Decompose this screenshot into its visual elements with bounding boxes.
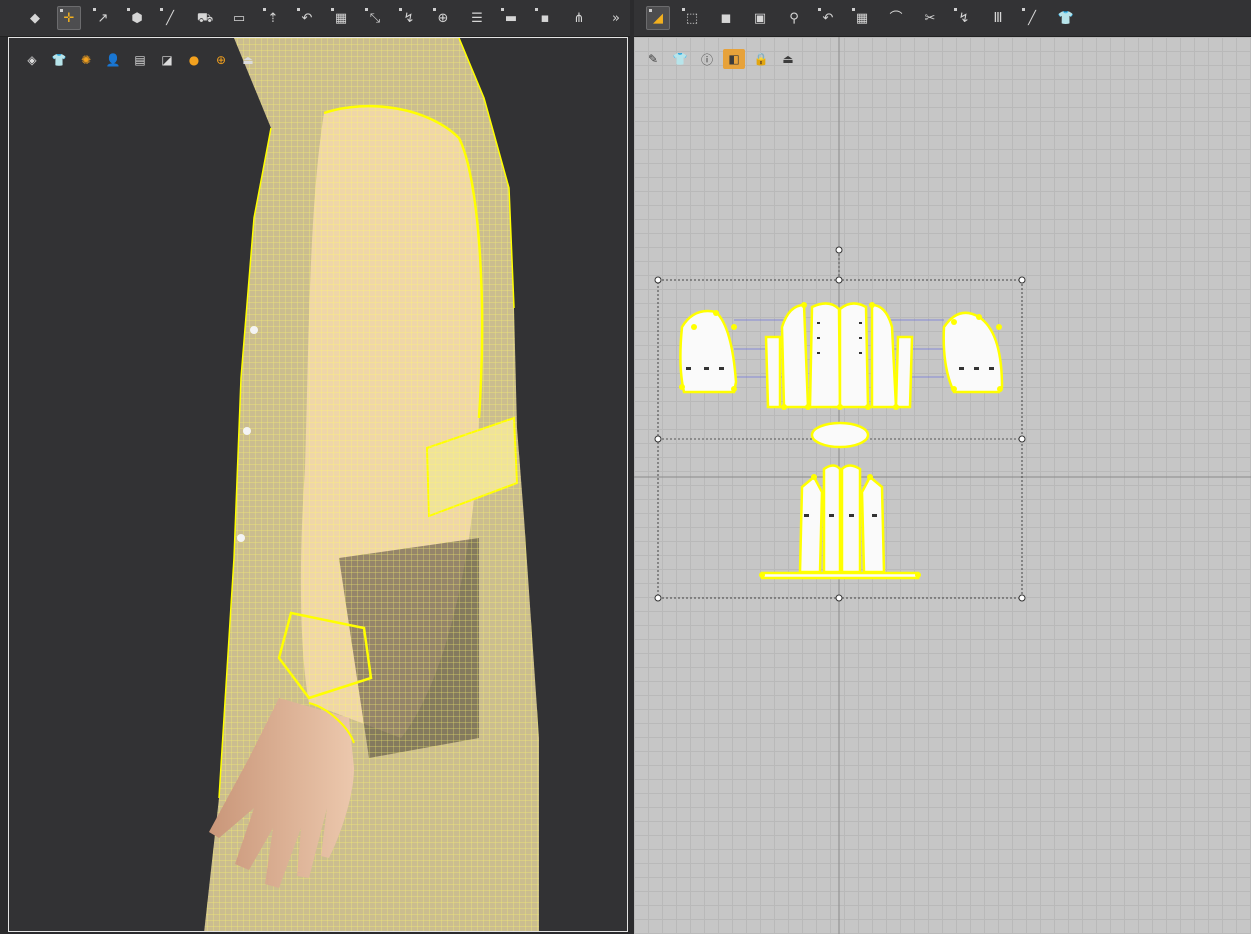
- avatar-icon[interactable]: 👤: [102, 50, 124, 70]
- transform-pattern-2d-icon[interactable]: ⬚: [680, 6, 704, 30]
- edit-pattern-icon[interactable]: ↗: [91, 6, 115, 30]
- main-toolbar-3d: ◆ ✛ ↗ ⬢ ╱ ⛟ ▭ ⇡ ↶ ▦ ⤡ ↯ ⊕ ☰ ▬ ▪ ⋔ »: [0, 0, 630, 37]
- fabric-color-icon[interactable]: ◧: [723, 49, 745, 69]
- pattern-front-left[interactable]: [780, 303, 810, 409]
- pattern-sleeve-left[interactable]: [679, 309, 738, 394]
- pattern-pieces[interactable]: [679, 302, 1004, 580]
- garment-view-icon[interactable]: 👕: [48, 50, 70, 70]
- polygon-pattern-icon[interactable]: ⬢: [125, 6, 149, 30]
- pattern-collar[interactable]: [810, 421, 870, 449]
- sun-icon[interactable]: ✺: [75, 50, 97, 70]
- pattern-view-icon[interactable]: ▤: [129, 50, 151, 70]
- viewport-3d-toolbar: ◈ 👕 ✺ 👤 ▤ ◪ ● ⊕ ⏏: [21, 50, 259, 70]
- garment-icon[interactable]: 👕: [1054, 6, 1078, 30]
- pattern-canvas: [634, 37, 1251, 934]
- shading-icon[interactable]: ◪: [156, 50, 178, 70]
- avatar-skin-icon[interactable]: ●: [183, 50, 205, 70]
- trace-pattern-icon[interactable]: ⛟: [193, 6, 217, 30]
- pattern-skirt-2[interactable]: [822, 464, 842, 574]
- coat-button: [250, 326, 258, 334]
- pattern-skirt-3[interactable]: [840, 464, 862, 574]
- coat-button: [237, 534, 245, 542]
- internal-rectangle-icon[interactable]: ▣: [748, 6, 772, 30]
- object-select-icon[interactable]: ◆: [23, 6, 47, 30]
- sew-segment-icon[interactable]: ⤡: [363, 6, 387, 30]
- export-icon[interactable]: ⏏: [237, 50, 259, 70]
- expand-more-icon[interactable]: »: [608, 6, 624, 30]
- pattern-belt[interactable]: [760, 571, 920, 580]
- mesh-2d-icon[interactable]: ▦: [850, 6, 874, 30]
- pattern-sleeve-right[interactable]: [942, 311, 1004, 394]
- internal-line-icon[interactable]: ▭: [227, 6, 251, 30]
- seam-2d-icon[interactable]: ✂: [918, 6, 942, 30]
- segment-pattern-icon[interactable]: ╱: [158, 6, 182, 30]
- viewport-2d[interactable]: ✎ 👕 ⓘ ◧ 🔒 ⏏: [634, 37, 1251, 934]
- rectangle-icon[interactable]: ◼: [714, 6, 738, 30]
- pattern-back-left[interactable]: [808, 302, 842, 409]
- elastic-icon[interactable]: ▪: [533, 6, 557, 30]
- main-toolbar-2d: ◢ ⬚ ◼ ▣ ⚲ ↶ ▦ ⌒ ✂ ↯ Ⅲ ╱ 👕: [634, 0, 1251, 37]
- viewport-3d[interactable]: ◈ 👕 ✺ 👤 ▤ ◪ ● ⊕ ⏏: [8, 37, 628, 932]
- texture-view-icon[interactable]: ◈: [21, 50, 43, 70]
- fold-arrangement-icon[interactable]: ↶: [295, 6, 319, 30]
- coat-button: [243, 427, 251, 435]
- tack-icon[interactable]: ⊕: [431, 6, 455, 30]
- puckering-icon[interactable]: ▬: [499, 6, 523, 30]
- globe-icon[interactable]: ⊕: [210, 50, 232, 70]
- mesh-icon[interactable]: ▦: [329, 6, 353, 30]
- ironing-icon[interactable]: ⌒: [884, 6, 908, 30]
- pattern-facing-left[interactable]: [764, 335, 782, 409]
- garment-eye-icon[interactable]: 👕: [669, 49, 691, 69]
- columns-icon[interactable]: Ⅲ: [986, 6, 1010, 30]
- pattern-facing-right[interactable]: [894, 335, 914, 409]
- line-2d-icon[interactable]: ╱: [1020, 6, 1044, 30]
- edit-pattern-2d-icon[interactable]: ◢: [646, 6, 670, 30]
- fold-2d-icon[interactable]: ↶: [816, 6, 840, 30]
- free-sew-icon[interactable]: ↯: [397, 6, 421, 30]
- add-pin-icon[interactable]: ⇡: [261, 6, 285, 30]
- free-seam-2d-icon[interactable]: ↯: [952, 6, 976, 30]
- zipper-icon[interactable]: ⋔: [567, 6, 591, 30]
- pattern-skirt-4[interactable]: [860, 475, 886, 574]
- avatar-garment-render: [204, 38, 539, 931]
- transform-pattern-icon[interactable]: ✛: [57, 6, 81, 30]
- info-icon[interactable]: ⓘ: [696, 49, 718, 69]
- viewport-2d-toolbar: ✎ 👕 ⓘ ◧ 🔒 ⏏: [642, 49, 799, 69]
- button-icon[interactable]: ☰: [465, 6, 489, 30]
- lock-icon[interactable]: 🔒: [750, 49, 772, 69]
- add-pin-2d-icon[interactable]: ⚲: [782, 6, 806, 30]
- pattern-skirt-1[interactable]: [798, 475, 824, 574]
- brush-view-icon[interactable]: ✎: [642, 49, 664, 69]
- pattern-back-right[interactable]: [838, 302, 870, 409]
- export-2d-icon[interactable]: ⏏: [777, 49, 799, 69]
